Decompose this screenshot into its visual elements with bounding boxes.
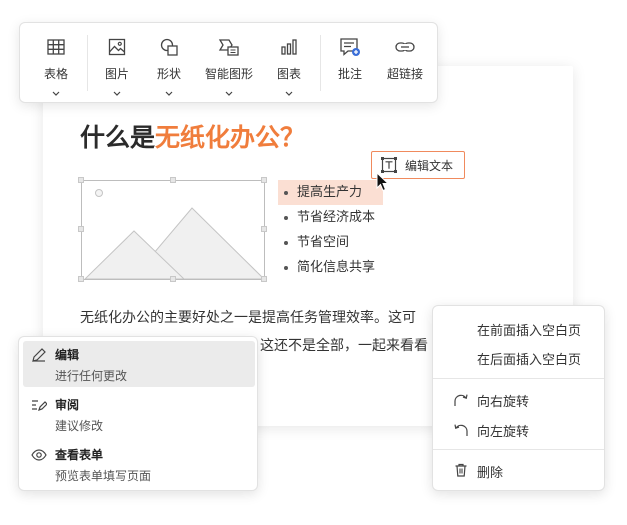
menu-item-review-desc: 建议修改 [55,419,104,433]
menu-rotate-right[interactable]: 向右旋转 [433,386,604,412]
resize-handle-br[interactable] [261,276,267,282]
smart-graphic-icon [218,37,240,60]
table-icon [46,37,66,60]
rotate-left-icon [453,421,469,441]
text-box-icon [381,157,397,173]
menu-insert-blank-after[interactable]: 在后面插入空白页 [433,344,604,370]
menu-separator [433,378,604,379]
mountain-image-icon [84,189,264,279]
menu-separator [433,449,604,450]
toolbar-table-button[interactable]: 表格 [44,37,68,99]
toolbar-image-button[interactable]: 图片 [105,37,129,99]
toolbar-separator [320,35,321,91]
bullet-item[interactable]: 简化信息共享 [278,255,383,280]
title-highlight: 无纸化办公？ [155,123,306,152]
menu-item-view-form[interactable]: 查看表单 预览表单填写页面 [23,441,255,487]
resize-handle-mr[interactable] [261,226,267,232]
menu-insert-blank-after-label: 在后面插入空白页 [477,353,582,368]
menu-insert-blank-before-label: 在前面插入空白页 [477,324,582,339]
chevron-down-icon [165,85,173,99]
menu-delete-label: 删除 [477,466,504,481]
image-icon [107,37,127,60]
shapes-icon [159,37,179,60]
eye-icon [31,447,47,467]
pencil-icon [31,347,47,367]
page-title: 什么是无纸化办公？ [80,118,305,154]
chart-icon [279,37,299,60]
link-icon [394,37,416,60]
menu-item-edit-title: 编辑 [55,348,80,362]
menu-rotate-left-label: 向左旋转 [477,425,530,440]
menu-item-view-form-title: 查看表单 [55,448,104,462]
toolbar-link-button[interactable]: 超链接 [387,37,423,82]
toolbar-chart-button[interactable]: 图表 [277,37,301,99]
menu-rotate-left[interactable]: 向左旋转 [433,416,604,442]
toolbar-comment-button[interactable]: 批注 [338,37,362,82]
bullet-text: 节省空间 [297,235,350,250]
toolbar-image-label: 图片 [105,67,130,81]
chevron-down-icon [285,85,293,99]
toolbar-smart-graphic-label: 智能图形 [205,67,254,81]
resize-handle-tm[interactable] [170,177,176,183]
comment-icon [339,37,361,60]
toolbar-comment-label: 批注 [338,67,363,81]
toolbar-shapes-button[interactable]: 形状 [157,37,181,99]
menu-item-edit-desc: 进行任何更改 [55,369,128,383]
review-icon [31,397,48,417]
chevron-down-icon [225,85,233,99]
mode-menu: 编辑 进行任何更改 审阅 建议修改 查看表单 预览表单填写页面 [18,336,258,491]
resize-handle-ml[interactable] [78,226,84,232]
toolbar-chart-label: 图表 [277,67,302,81]
toolbar-table-label: 表格 [44,67,69,81]
toolbar-separator [87,35,88,91]
resize-handle-bm[interactable] [170,276,176,282]
bullet-item-selected[interactable]: 提高生产力 [278,180,384,205]
chevron-down-icon [113,85,121,99]
page-context-menu: 在前面插入空白页 在后面插入空白页 向右旋转 向左旋转 删除 [432,305,605,491]
bullet-text: 提高生产力 [297,185,363,200]
bullet-text: 简化信息共享 [297,260,376,275]
menu-item-edit[interactable]: 编辑 进行任何更改 [23,341,255,387]
bullet-list: 提高生产力 节省经济成本 节省空间 简化信息共享 [278,180,384,280]
bullet-item[interactable]: 节省空间 [278,230,383,255]
resize-handle-tr[interactable] [261,177,267,183]
toolbar-link-label: 超链接 [387,67,424,81]
toolbar-shapes-label: 形状 [157,67,182,81]
bullet-dot [284,265,288,270]
title-prefix: 什么是 [80,123,156,152]
bullet-text: 节省经济成本 [297,210,376,225]
menu-insert-blank-before[interactable]: 在前面插入空白页 [433,315,604,341]
resize-handle-bl[interactable] [78,276,84,282]
edit-text-label: 编辑文本 [405,158,454,173]
rotate-right-icon [453,391,469,411]
menu-delete[interactable]: 删除 [433,457,604,483]
bullet-dot [284,240,288,245]
resize-handle-tl[interactable] [78,177,84,183]
menu-item-review[interactable]: 审阅 建议修改 [23,391,255,437]
insert-toolbar: 表格 图片 形状 智能图形 图表 批注 超链接 [19,22,438,103]
mouse-cursor-icon [376,171,390,196]
toolbar-smart-graphic-button[interactable]: 智能图形 [205,37,253,99]
menu-item-review-title: 审阅 [55,398,80,412]
menu-item-view-form-desc: 预览表单填写页面 [55,469,152,483]
bullet-dot [284,190,288,195]
bullet-dot [284,215,288,220]
image-placeholder[interactable] [78,177,267,282]
trash-icon [453,462,469,482]
chevron-down-icon [52,85,60,99]
menu-rotate-right-label: 向右旋转 [477,395,530,410]
bullet-item[interactable]: 节省经济成本 [278,205,383,230]
